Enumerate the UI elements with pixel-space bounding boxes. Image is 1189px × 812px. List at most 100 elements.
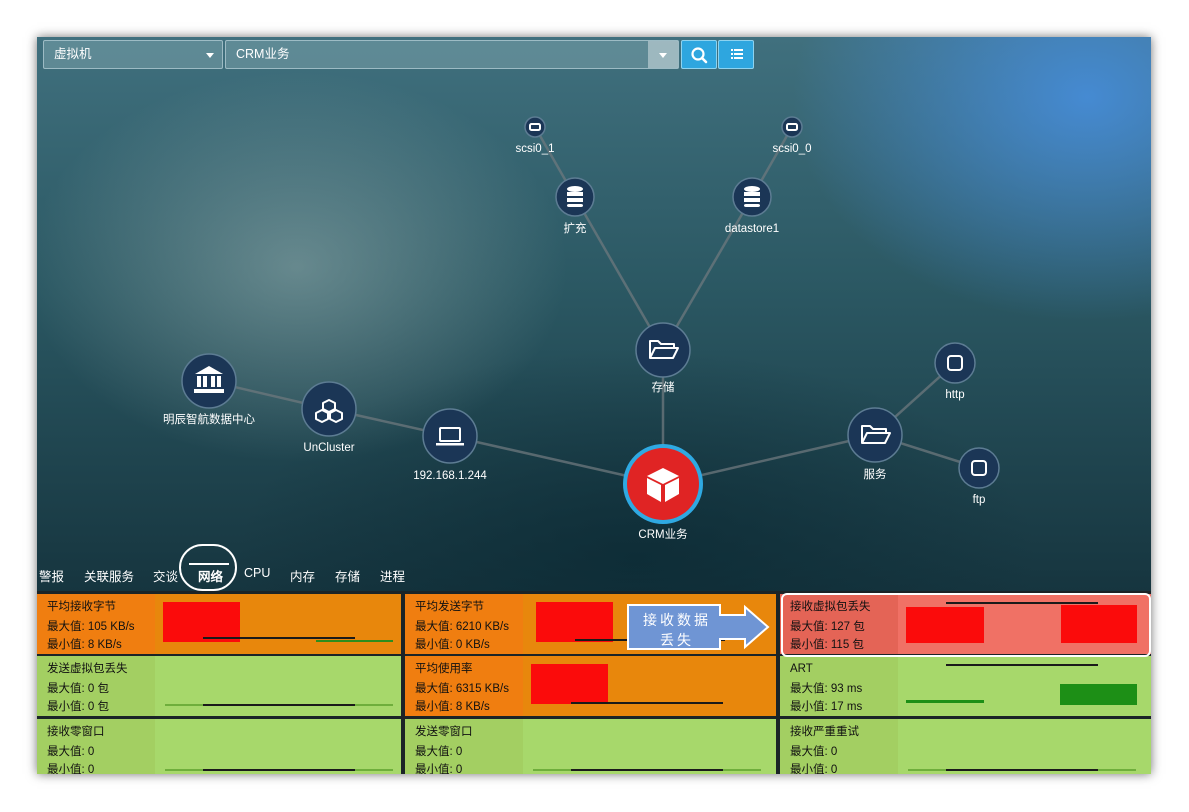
metric-max: 最大值: 6210 KB/s bbox=[415, 621, 509, 633]
metric-title: 发送零窗口 bbox=[415, 726, 473, 738]
metric-min: 最小值: 0 bbox=[415, 764, 463, 774]
list-icon bbox=[731, 49, 743, 59]
node-uncluster[interactable]: UnCluster bbox=[301, 381, 357, 454]
node-service[interactable]: 服务 bbox=[847, 407, 903, 481]
metric-info: 接收严重重试 最大值: 0 最小值: 0 bbox=[780, 719, 898, 774]
node-label: ftp bbox=[973, 494, 986, 506]
node-label: http bbox=[945, 389, 964, 401]
node-label: datastore1 bbox=[725, 223, 779, 235]
topology-view: scsi0_1 scsi0_0 扩充 datastore1 存储 http ft… bbox=[37, 37, 1151, 591]
metric-max: 最大值: 0 包 bbox=[47, 683, 109, 695]
metric-sparkline bbox=[523, 719, 776, 774]
metric-title: 平均接收字节 bbox=[47, 601, 116, 613]
alert-highlight-box bbox=[781, 593, 1151, 657]
metric-min: 最小值: 0 bbox=[47, 764, 95, 774]
node-scsi0-1[interactable]: scsi0_1 bbox=[516, 116, 555, 155]
tab-alerts[interactable]: 警报 bbox=[39, 566, 64, 585]
node-datastore1[interactable]: datastore1 bbox=[725, 177, 779, 235]
target-select[interactable]: CRM业务 bbox=[225, 40, 679, 69]
node-ftp[interactable]: ftp bbox=[958, 447, 1000, 506]
metric-sparkline bbox=[155, 594, 401, 654]
node-http[interactable]: http bbox=[934, 342, 976, 401]
node-label: scsi0_0 bbox=[773, 143, 812, 155]
metric-max: 最大值: 93 ms bbox=[790, 683, 863, 695]
metric-info: 发送虚拟包丢失 最大值: 0 包 最小值: 0 包 bbox=[37, 656, 155, 716]
node-label: 明辰智航数据中心 bbox=[163, 412, 255, 426]
metric-min: 最小值: 0 包 bbox=[47, 701, 109, 713]
metric-info: 平均使用率 最大值: 6315 KB/s 最小值: 8 KB/s bbox=[405, 656, 523, 716]
node-label: 服务 bbox=[864, 467, 887, 481]
metric-tile-art[interactable]: ART 最大值: 93 ms 最小值: 17 ms bbox=[780, 656, 1151, 716]
callout-line-2: 丢失 bbox=[660, 633, 694, 649]
topology-graph: scsi0_1 scsi0_0 扩充 datastore1 存储 http ft… bbox=[163, 116, 1000, 541]
tab-memory[interactable]: 内存 bbox=[290, 566, 315, 585]
chevron-down-icon bbox=[206, 53, 214, 58]
metric-info: 平均接收字节 最大值: 105 KB/s 最小值: 8 KB/s bbox=[37, 594, 155, 654]
metric-title: 平均发送字节 bbox=[415, 601, 484, 613]
metric-title: 接收严重重试 bbox=[790, 726, 859, 738]
node-crm-business[interactable]: CRM业务 bbox=[623, 444, 703, 541]
node-label: UnCluster bbox=[303, 442, 354, 454]
node-label: 存储 bbox=[652, 380, 675, 394]
metric-sparkline bbox=[898, 719, 1151, 774]
metric-sparkline bbox=[155, 656, 401, 716]
disk-icon bbox=[781, 116, 803, 138]
node-ip-host[interactable]: 192.168.1.244 bbox=[413, 408, 487, 482]
tab-highlight-circle bbox=[179, 544, 237, 591]
metric-tile-avg-utilization[interactable]: 平均使用率 最大值: 6315 KB/s 最小值: 8 KB/s bbox=[405, 656, 776, 716]
metric-tile-recv-zero-window[interactable]: 接收零窗口 最大值: 0 最小值: 0 bbox=[37, 719, 401, 774]
metric-tile-send-zero-window[interactable]: 发送零窗口 最大值: 0 最小值: 0 bbox=[405, 719, 776, 774]
tab-processes[interactable]: 进程 bbox=[380, 566, 405, 585]
metric-max: 最大值: 0 bbox=[415, 746, 463, 758]
list-button[interactable] bbox=[718, 40, 754, 69]
node-label: 192.168.1.244 bbox=[413, 470, 487, 482]
node-datacenter[interactable]: 明辰智航数据中心 bbox=[163, 353, 255, 426]
node-storage[interactable]: 存储 bbox=[635, 322, 691, 394]
metric-info: 平均发送字节 最大值: 6210 KB/s 最小值: 0 KB/s bbox=[405, 594, 523, 654]
node-scsi0-0[interactable]: scsi0_0 bbox=[773, 116, 812, 155]
metric-max: 最大值: 6315 KB/s bbox=[415, 683, 509, 695]
node-label: 扩充 bbox=[564, 221, 587, 235]
metric-min: 最小值: 0 bbox=[790, 764, 838, 774]
app-frame: scsi0_1 scsi0_0 扩充 datastore1 存储 http ft… bbox=[37, 37, 1151, 774]
annotation-callout: 接收数据 丢失 bbox=[630, 611, 724, 651]
metric-info: 发送零窗口 最大值: 0 最小值: 0 bbox=[405, 719, 523, 774]
metric-max: 最大值: 0 bbox=[790, 746, 838, 758]
disk-icon bbox=[524, 116, 546, 138]
target-select-value: CRM业务 bbox=[236, 47, 290, 61]
metric-max: 最大值: 105 KB/s bbox=[47, 621, 135, 633]
metric-sparkline bbox=[898, 656, 1151, 716]
metric-sparkline bbox=[155, 719, 401, 774]
chevron-down-icon bbox=[659, 53, 667, 58]
type-select[interactable]: 虚拟机 bbox=[43, 40, 223, 69]
dropdown-toggle[interactable] bbox=[648, 41, 678, 68]
type-select-value: 虚拟机 bbox=[54, 47, 92, 61]
metric-tile-recv-severe-retry[interactable]: 接收严重重试 最大值: 0 最小值: 0 bbox=[780, 719, 1151, 774]
metric-sparkline bbox=[523, 656, 776, 716]
metric-min: 最小值: 8 KB/s bbox=[47, 639, 122, 651]
metric-min: 最小值: 8 KB/s bbox=[415, 701, 490, 713]
metric-title: ART bbox=[790, 663, 813, 675]
detail-tabs: 警报 关联服务 交谈 网络 CPU 内存 存储 进程 bbox=[37, 544, 1151, 591]
metric-title: 发送虚拟包丢失 bbox=[47, 663, 128, 675]
metric-max: 最大值: 0 bbox=[47, 746, 95, 758]
metric-min: 最小值: 17 ms bbox=[790, 701, 863, 713]
search-button[interactable] bbox=[681, 40, 717, 69]
metric-tile-send-vpacket-loss[interactable]: 发送虚拟包丢失 最大值: 0 包 最小值: 0 包 bbox=[37, 656, 401, 716]
node-label: CRM业务 bbox=[638, 527, 688, 541]
metric-info: 接收零窗口 最大值: 0 最小值: 0 bbox=[37, 719, 155, 774]
metric-info: ART 最大值: 93 ms 最小值: 17 ms bbox=[780, 656, 898, 716]
metric-title: 接收零窗口 bbox=[47, 726, 105, 738]
metric-min: 最小值: 0 KB/s bbox=[415, 639, 490, 651]
metric-tile-avg-recv-bytes[interactable]: 平均接收字节 最大值: 105 KB/s 最小值: 8 KB/s bbox=[37, 594, 401, 654]
node-kuochong[interactable]: 扩充 bbox=[555, 177, 595, 235]
callout-line-1: 接收数据 bbox=[643, 613, 711, 629]
tab-conversations[interactable]: 交谈 bbox=[153, 566, 178, 585]
network-metrics-panel: 平均接收字节 最大值: 105 KB/s 最小值: 8 KB/s 平均发送字节 … bbox=[37, 591, 1151, 774]
node-label: scsi0_1 bbox=[516, 143, 555, 155]
search-icon bbox=[691, 47, 708, 64]
tab-storage[interactable]: 存储 bbox=[335, 566, 360, 585]
tab-related-services[interactable]: 关联服务 bbox=[84, 566, 134, 585]
tab-cpu[interactable]: CPU bbox=[244, 566, 270, 580]
metric-title: 平均使用率 bbox=[415, 663, 473, 675]
